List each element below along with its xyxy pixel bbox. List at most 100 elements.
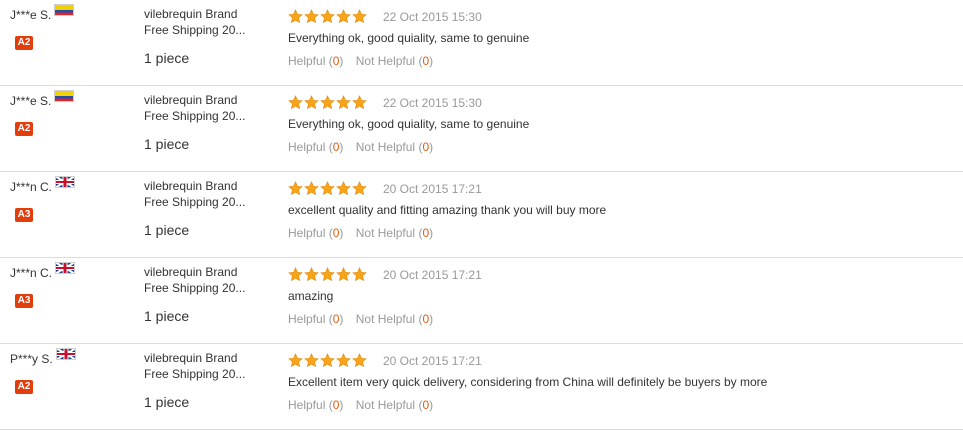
product-info: vilebrequin Brand Free Shipping 20... xyxy=(144,6,245,38)
helpful-count: 0 xyxy=(332,140,340,154)
not-helpful-count: 0 xyxy=(422,312,430,326)
star-rating xyxy=(288,353,367,368)
star-icon xyxy=(288,9,303,24)
colombia-flag-icon xyxy=(54,4,75,16)
helpful-count: 0 xyxy=(332,398,340,412)
vote-controls: Helpful (0) Not Helpful (0) xyxy=(288,312,433,326)
buyer-name: J***n C. xyxy=(10,266,53,280)
star-icon xyxy=(304,181,319,196)
helpful-button[interactable]: Helpful (0) xyxy=(288,312,343,326)
review-text: Excellent item very quick delivery, cons… xyxy=(288,375,768,389)
vote-controls: Helpful (0) Not Helpful (0) xyxy=(288,398,433,412)
buyer-info: J***e S. xyxy=(10,90,75,108)
buyer-name: P***y S. xyxy=(10,352,53,366)
star-icon xyxy=(320,353,335,368)
helpful-button[interactable]: Helpful (0) xyxy=(288,54,343,68)
helpful-count: 0 xyxy=(332,226,340,240)
star-icon xyxy=(320,95,335,110)
vote-controls: Helpful (0) Not Helpful (0) xyxy=(288,54,433,68)
not-helpful-count: 0 xyxy=(422,54,430,68)
star-icon xyxy=(336,95,351,110)
product-title-link[interactable]: vilebrequin Brand xyxy=(144,350,245,366)
uk-flag-icon xyxy=(55,262,76,274)
star-icon xyxy=(336,353,351,368)
review-date: 20 Oct 2015 17:21 xyxy=(383,354,482,368)
buyer-name: J***n C. xyxy=(10,180,53,194)
helpful-label: Helpful xyxy=(288,140,326,154)
star-icon xyxy=(336,9,351,24)
helpful-button[interactable]: Helpful (0) xyxy=(288,140,343,154)
product-subtitle-link[interactable]: Free Shipping 20... xyxy=(144,108,245,124)
star-rating xyxy=(288,9,367,24)
product-title-link[interactable]: vilebrequin Brand xyxy=(144,264,245,280)
buyer-level-badge: A2 xyxy=(15,122,33,136)
feedback-row: J***e S. A2 vilebrequin Brand Free Shipp… xyxy=(0,86,963,172)
vote-controls: Helpful (0) Not Helpful (0) xyxy=(288,226,433,240)
order-quantity: 1 piece xyxy=(144,50,190,66)
not-helpful-button[interactable]: Not Helpful (0) xyxy=(356,140,433,154)
not-helpful-label: Not Helpful xyxy=(355,226,416,240)
star-rating xyxy=(288,95,367,110)
product-title-link[interactable]: vilebrequin Brand xyxy=(144,6,245,22)
review-text: excellent quality and fitting amazing th… xyxy=(288,203,607,217)
star-rating xyxy=(288,181,367,196)
order-quantity: 1 piece xyxy=(144,136,190,152)
colombia-flag-icon xyxy=(54,90,75,102)
review-date: 20 Oct 2015 17:21 xyxy=(383,182,482,196)
star-icon xyxy=(352,181,367,196)
star-icon xyxy=(352,267,367,282)
feedback-row: J***n C. A3 vilebrequin Brand Free Shipp… xyxy=(0,258,963,344)
star-icon xyxy=(288,95,303,110)
star-icon xyxy=(336,267,351,282)
not-helpful-button[interactable]: Not Helpful (0) xyxy=(356,54,433,68)
star-icon xyxy=(288,181,303,196)
helpful-count: 0 xyxy=(332,312,340,326)
product-subtitle-link[interactable]: Free Shipping 20... xyxy=(144,22,245,38)
helpful-button[interactable]: Helpful (0) xyxy=(288,226,343,240)
not-helpful-count: 0 xyxy=(422,140,430,154)
star-icon xyxy=(336,181,351,196)
vote-controls: Helpful (0) Not Helpful (0) xyxy=(288,140,433,154)
review-date: 20 Oct 2015 17:21 xyxy=(383,268,482,282)
order-quantity: 1 piece xyxy=(144,308,190,324)
product-info: vilebrequin Brand Free Shipping 20... xyxy=(144,350,245,382)
product-subtitle-link[interactable]: Free Shipping 20... xyxy=(144,366,245,382)
helpful-label: Helpful xyxy=(288,226,326,240)
star-icon xyxy=(304,9,319,24)
feedback-row: J***e S. A2 vilebrequin Brand Free Shipp… xyxy=(0,0,963,86)
star-icon xyxy=(352,353,367,368)
feedback-list: J***e S. A2 vilebrequin Brand Free Shipp… xyxy=(0,0,963,430)
not-helpful-label: Not Helpful xyxy=(355,54,416,68)
review-date: 22 Oct 2015 15:30 xyxy=(383,10,482,24)
buyer-level-badge: A3 xyxy=(15,208,33,222)
product-info: vilebrequin Brand Free Shipping 20... xyxy=(144,264,245,296)
not-helpful-button[interactable]: Not Helpful (0) xyxy=(356,398,433,412)
helpful-button[interactable]: Helpful (0) xyxy=(288,398,343,412)
not-helpful-button[interactable]: Not Helpful (0) xyxy=(356,226,433,240)
product-subtitle-link[interactable]: Free Shipping 20... xyxy=(144,280,245,296)
not-helpful-label: Not Helpful xyxy=(355,312,416,326)
product-info: vilebrequin Brand Free Shipping 20... xyxy=(144,178,245,210)
product-title-link[interactable]: vilebrequin Brand xyxy=(144,92,245,108)
buyer-info: J***e S. xyxy=(10,4,75,22)
star-icon xyxy=(352,9,367,24)
order-quantity: 1 piece xyxy=(144,394,190,410)
product-title-link[interactable]: vilebrequin Brand xyxy=(144,178,245,194)
review-text: Everything ok, good quiality, same to ge… xyxy=(288,117,530,131)
star-icon xyxy=(288,267,303,282)
product-subtitle-link[interactable]: Free Shipping 20... xyxy=(144,194,245,210)
star-icon xyxy=(288,353,303,368)
feedback-row: P***y S. A2 vilebrequin Brand Free Shipp… xyxy=(0,344,963,430)
uk-flag-icon xyxy=(55,348,76,360)
review-text: Everything ok, good quiality, same to ge… xyxy=(288,31,530,45)
buyer-level-badge: A3 xyxy=(15,294,33,308)
not-helpful-count: 0 xyxy=(422,226,430,240)
star-icon xyxy=(304,95,319,110)
star-icon xyxy=(320,9,335,24)
helpful-label: Helpful xyxy=(288,398,326,412)
buyer-info: J***n C. xyxy=(10,176,76,194)
helpful-label: Helpful xyxy=(288,312,326,326)
review-text: amazing xyxy=(288,289,334,303)
star-icon xyxy=(320,267,335,282)
not-helpful-button[interactable]: Not Helpful (0) xyxy=(356,312,433,326)
